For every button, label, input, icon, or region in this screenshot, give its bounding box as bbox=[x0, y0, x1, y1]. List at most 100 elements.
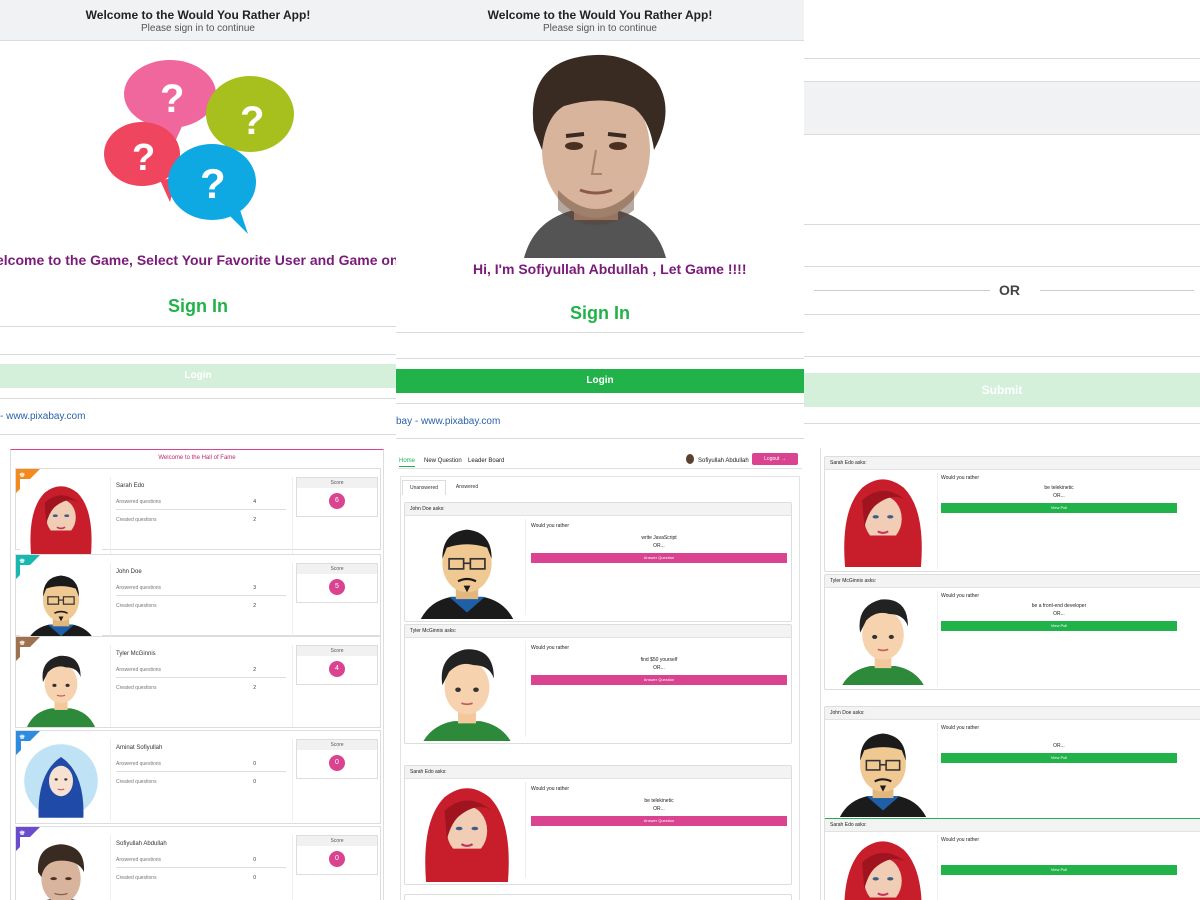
avatar bbox=[20, 478, 102, 560]
or-label: OR... bbox=[653, 806, 665, 812]
answered-label: Answered questions bbox=[116, 667, 162, 673]
avatar bbox=[831, 719, 935, 823]
or-label: OR... bbox=[653, 543, 665, 549]
tab-answered[interactable]: Answered bbox=[452, 480, 482, 494]
created-row: Created questions 0 bbox=[116, 875, 286, 881]
question-card: Sarah Edo asks: Would you rather be tele… bbox=[824, 456, 1200, 573]
question-option: be a front-end developer bbox=[1031, 603, 1087, 609]
avatar bbox=[20, 564, 102, 646]
submit-button[interactable]: Submit bbox=[804, 373, 1200, 407]
nav-leader-board[interactable]: Leader Board bbox=[468, 458, 504, 464]
avatar bbox=[831, 469, 935, 573]
user-name: Aminat Sofiyullah bbox=[116, 745, 163, 751]
or-line-right bbox=[1040, 290, 1194, 291]
answered-label: Answered questions bbox=[116, 857, 162, 863]
divider bbox=[0, 434, 396, 435]
created-label: Created questions bbox=[116, 779, 157, 785]
answer-question-button[interactable]: Answer Question bbox=[531, 553, 787, 563]
new-question-panel: OR Submit Sarah Edo asks: Would you rath… bbox=[804, 0, 1200, 900]
user-name: Sofiyullah Abdullah bbox=[116, 841, 167, 847]
created-row: Created questions 0 bbox=[116, 779, 286, 785]
nav-home[interactable]: Home bbox=[399, 458, 416, 467]
divider bbox=[396, 332, 804, 333]
answer-question-button[interactable]: Answer Question bbox=[531, 675, 787, 685]
pixabay-credit-link[interactable]: - www.pixabay.com bbox=[0, 411, 85, 422]
question-card: John Doe asks: Would you rather write Ja… bbox=[404, 502, 792, 626]
score-badge: 0 bbox=[329, 851, 345, 867]
divider bbox=[937, 473, 938, 569]
top-nav: Home New Question Leader Board Sofiyulla… bbox=[396, 450, 804, 468]
would-you-rather-label: Would you rather bbox=[941, 593, 979, 599]
divider bbox=[0, 326, 396, 327]
user-avatar bbox=[686, 454, 694, 464]
divider bbox=[110, 645, 111, 727]
view-poll-button[interactable]: View Poll bbox=[941, 503, 1177, 513]
answered-row: Answered questions 2 bbox=[116, 667, 286, 673]
option-two-input[interactable] bbox=[804, 356, 1200, 357]
divider bbox=[0, 398, 396, 399]
app-title: Welcome to the Would You Rather App! bbox=[487, 8, 713, 22]
view-poll-button[interactable]: View Poll bbox=[941, 865, 1177, 875]
divider bbox=[116, 509, 286, 510]
avatar bbox=[411, 514, 523, 626]
tab-unanswered[interactable]: Unanswered bbox=[402, 480, 446, 495]
created-label: Created questions bbox=[116, 603, 157, 609]
answered-row: Answered questions 4 bbox=[116, 499, 286, 505]
answered-count: 3 bbox=[253, 585, 256, 591]
question-option: be telekinetic bbox=[644, 798, 674, 804]
app-header: Welcome to the Would You Rather App! Ple… bbox=[0, 0, 396, 41]
user-name: Tyler McGinnis bbox=[116, 651, 156, 657]
login-button[interactable]: Login bbox=[396, 369, 804, 393]
app-subtitle: Please sign in to continue bbox=[141, 23, 255, 34]
pixabay-credit-link[interactable]: bay - www.pixabay.com bbox=[396, 416, 500, 427]
nav-new-question[interactable]: New Question bbox=[424, 458, 462, 464]
divider bbox=[110, 835, 111, 900]
created-row: Created questions 2 bbox=[116, 517, 286, 523]
avatar bbox=[831, 831, 935, 900]
svg-text:?: ? bbox=[200, 160, 226, 207]
question-card: Sarah Edo asks: Would you rather View Po… bbox=[824, 818, 1200, 900]
created-count: 0 bbox=[253, 779, 256, 785]
would-you-rather-label: Would you rather bbox=[531, 645, 569, 651]
leaderboard-card: ♚ John Doe Answered questions 3 Created q… bbox=[15, 554, 381, 646]
question-card: Tyler McGinnis asks: Would you rather fi… bbox=[404, 624, 792, 748]
divider bbox=[116, 867, 286, 868]
score-header: Score bbox=[297, 836, 377, 846]
view-poll-button[interactable]: View Poll bbox=[941, 621, 1177, 631]
logout-button[interactable]: Logout → bbox=[752, 453, 798, 465]
user-portrait bbox=[504, 50, 686, 258]
view-poll-button[interactable]: View Poll bbox=[941, 753, 1177, 763]
avatar bbox=[20, 741, 102, 821]
score-header: Score bbox=[297, 478, 377, 488]
avatar bbox=[411, 777, 523, 889]
answered-count: 4 bbox=[253, 499, 256, 505]
question-author: Sarah Edo asks: bbox=[825, 457, 1200, 470]
logout-label: Logout bbox=[764, 456, 780, 462]
answer-question-button[interactable]: Answer Question bbox=[531, 816, 787, 826]
created-label: Created questions bbox=[116, 517, 157, 523]
user-name: Sarah Edo bbox=[116, 483, 145, 489]
divider bbox=[525, 641, 526, 737]
score-box: Score 0 bbox=[296, 835, 378, 875]
leaderboard-card: ♚ Sofiyullah Abdullah Answered questions… bbox=[15, 826, 381, 900]
answered-row: Answered questions 3 bbox=[116, 585, 286, 591]
would-you-rather-label: Would you rather bbox=[531, 786, 569, 792]
created-row: Created questions 2 bbox=[116, 603, 286, 609]
divider bbox=[0, 354, 396, 355]
divider bbox=[804, 58, 1200, 59]
leaderboard-card: ♚ Tyler McGinnis Answered questions 2 Cre… bbox=[15, 636, 381, 728]
signin-title: Sign In bbox=[168, 296, 228, 316]
score-badge: 6 bbox=[329, 493, 345, 509]
score-badge: 0 bbox=[329, 755, 345, 771]
would-you-rather-label: Would you rather bbox=[941, 475, 979, 481]
divider bbox=[525, 782, 526, 878]
option-one-input[interactable] bbox=[804, 224, 1200, 225]
created-count: 2 bbox=[253, 685, 256, 691]
would-you-rather-label: Would you rather bbox=[941, 837, 979, 843]
leaderboard-title: Welcome to the Hall of Fame bbox=[158, 455, 236, 461]
score-header: Score bbox=[297, 646, 377, 656]
score-header: Score bbox=[297, 740, 377, 750]
question-card bbox=[404, 894, 792, 900]
signin-selected-panel: Welcome to the Would You Rather App! Ple… bbox=[396, 0, 804, 900]
login-button[interactable]: Login bbox=[0, 364, 396, 388]
